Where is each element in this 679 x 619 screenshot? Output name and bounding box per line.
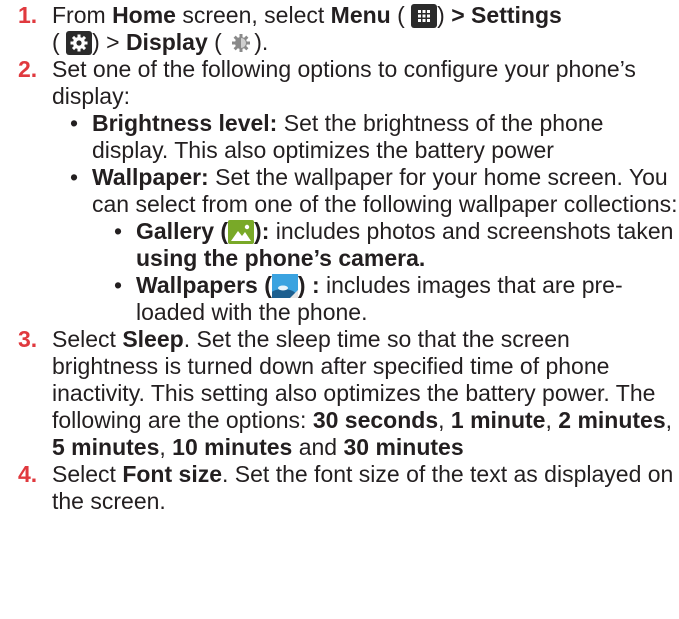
settings-label: > Settings — [451, 2, 562, 28]
step-text: ). — [254, 29, 269, 55]
option-label: Wallpaper: — [92, 164, 209, 190]
option-brightness: • Brightness level: Set the brightness o… — [70, 110, 679, 164]
sleep-option: 2 minutes — [558, 407, 666, 433]
step-4: 4. Select Font size. Set the font size o… — [0, 461, 679, 515]
sleep-option: 30 seconds — [312, 407, 439, 433]
separator: and — [292, 434, 344, 460]
step-number: 3. — [18, 326, 38, 352]
sleep-option: 10 minutes — [172, 434, 293, 460]
home-label: Home — [112, 2, 176, 28]
sleep-label: Sleep — [122, 326, 184, 352]
step-text: ( — [207, 29, 222, 55]
sleep-option: 5 minutes — [52, 434, 160, 460]
instructions: 1. From Home screen, select Menu ( ) > S… — [0, 0, 679, 515]
bullet: • — [70, 164, 79, 190]
collection-label: Wallpapers ( — [136, 272, 272, 298]
step-text: screen, select — [175, 2, 331, 28]
step-text: ) — [437, 2, 452, 28]
menu-grid-icon — [411, 4, 438, 28]
collection-text: using the phone’s camera. — [136, 245, 426, 271]
step-number: 4. — [18, 461, 38, 487]
font-size-label: Font size — [122, 461, 222, 487]
step-text: ( — [52, 29, 60, 55]
step-text: Select — [52, 461, 123, 487]
settings-gear-icon — [66, 31, 93, 55]
collection-wallpapers: • Wallpapers ( ) : includes images that … — [114, 272, 679, 326]
menu-label: Menu — [330, 2, 391, 28]
separator: , — [159, 434, 173, 460]
gallery-icon — [228, 220, 255, 244]
step-number: 2. — [18, 56, 38, 82]
bullet: • — [114, 272, 123, 298]
bullet: • — [70, 110, 79, 136]
separator: , — [545, 407, 559, 433]
sleep-option: 30 minutes — [343, 434, 464, 460]
step-text: Set one of the following options to conf… — [52, 56, 636, 109]
display-brightness-icon — [228, 31, 254, 55]
collection-label: Gallery ( — [136, 218, 229, 244]
bullet: • — [114, 218, 123, 244]
step-text: ) > — [92, 29, 126, 55]
wallpapers-icon — [271, 274, 298, 298]
sleep-option: 1 minute — [450, 407, 546, 433]
collection-gallery: • Gallery ( ): includes photos and scree… — [114, 218, 679, 272]
separator: , — [665, 407, 673, 433]
step-text: ( — [390, 2, 405, 28]
step-2: 2. Set one of the following options to c… — [0, 56, 679, 326]
step-1: 1. From Home screen, select Menu ( ) > S… — [0, 2, 679, 56]
separator: , — [438, 407, 451, 433]
collection-text: includes photos and screenshots taken — [269, 218, 674, 244]
collection-label: ) : — [297, 272, 320, 298]
display-label: Display — [125, 29, 208, 55]
step-text: Select — [52, 326, 123, 352]
step-number: 1. — [18, 2, 38, 28]
option-wallpaper: • Wallpaper: Set the wallpaper for your … — [70, 164, 679, 326]
collection-label: ): — [254, 218, 270, 244]
step-text: From — [52, 2, 113, 28]
step-3: 3. Select Sleep. Set the sleep time so t… — [0, 326, 679, 461]
option-label: Brightness level: — [92, 110, 278, 136]
